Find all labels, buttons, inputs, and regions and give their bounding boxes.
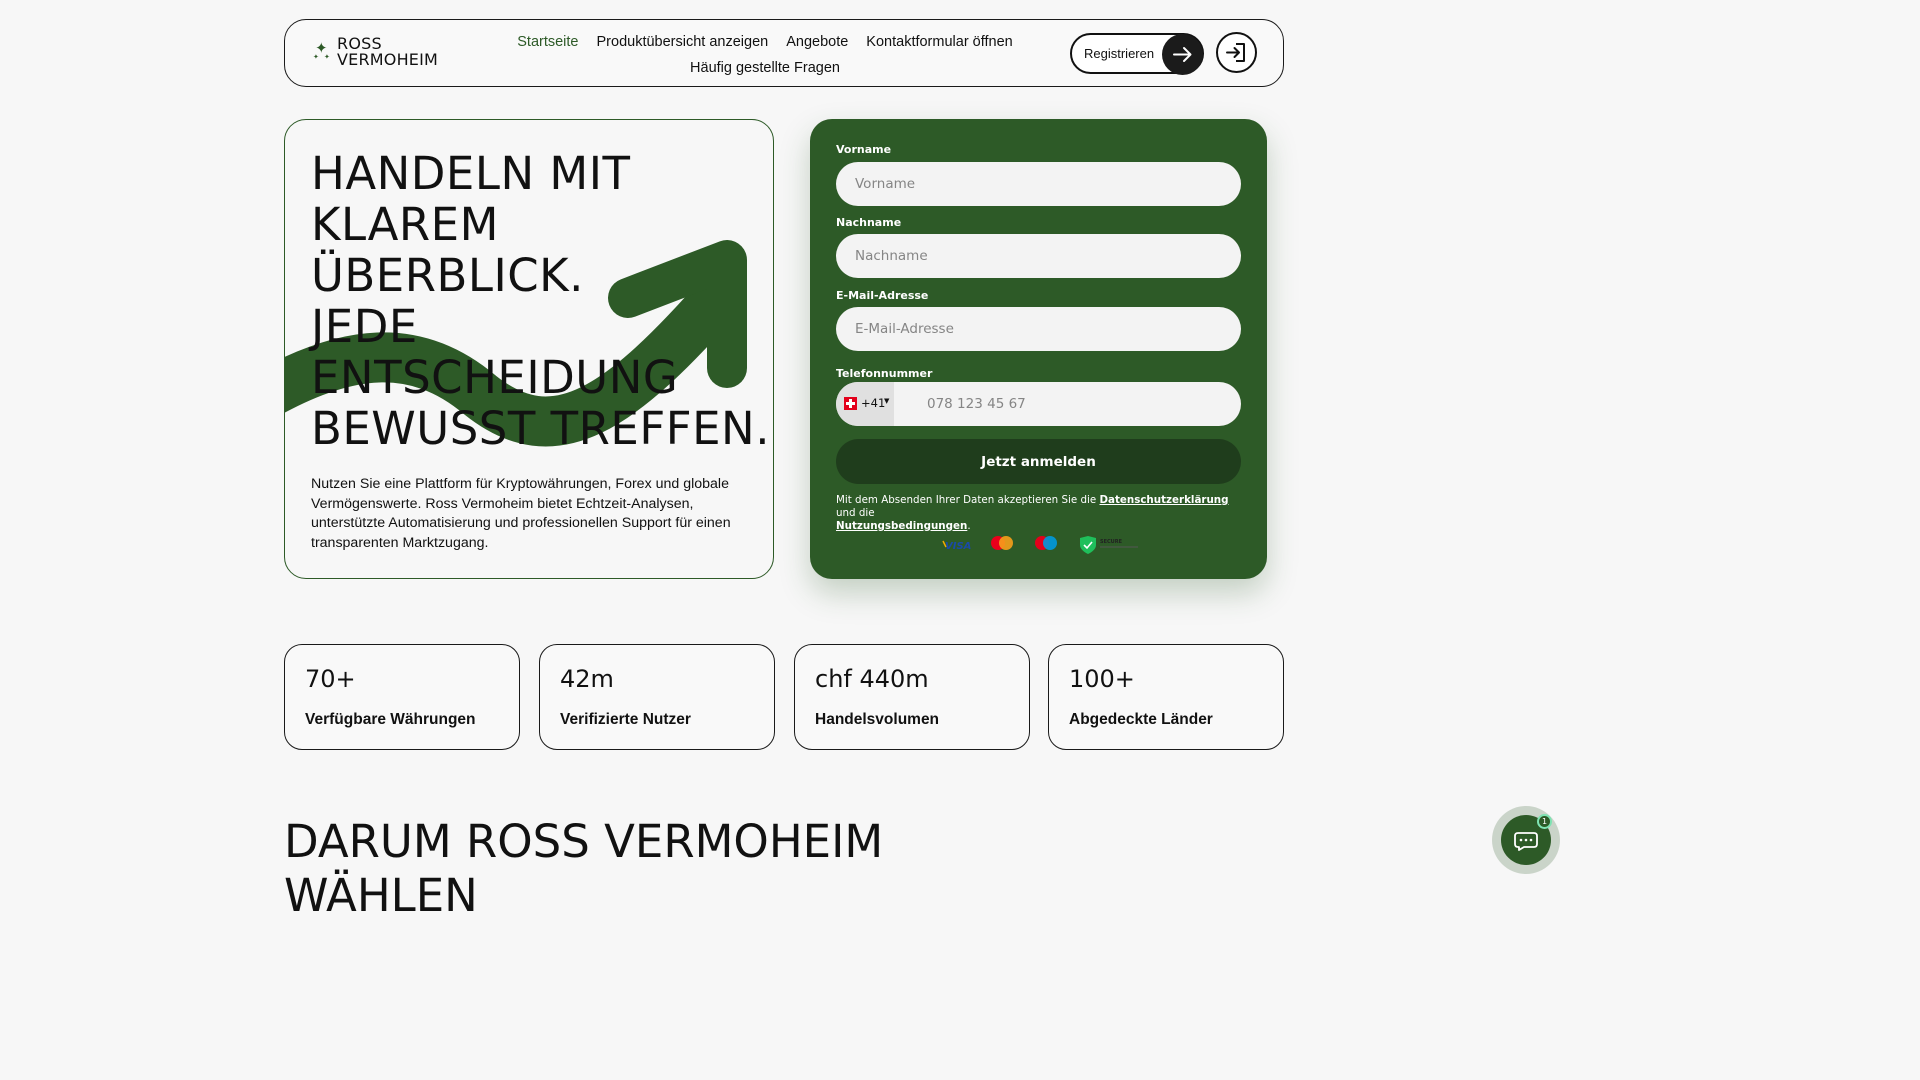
legal-suffix: . xyxy=(967,520,971,532)
stat-card: 70+ Verfügbare Währungen xyxy=(284,644,520,750)
legal-prefix: Mit dem Absenden Ihrer Daten akzeptieren… xyxy=(836,494,1100,506)
stat-card: chf 440m Handelsvolumen xyxy=(794,644,1030,750)
hero-card: HANDELN MIT KLAREM ÜBERBLICK. JEDE ENTSC… xyxy=(284,119,774,579)
chat-widget-button[interactable]: 1 xyxy=(1492,806,1560,874)
sparkle-logo-icon: ✦ ✦ ✦ xyxy=(313,39,330,61)
payment-methods: VISA SECURE xyxy=(942,536,1138,554)
hero-title-line-2: KLAREM ÜBERBLICK. xyxy=(311,198,584,302)
signup-form: Vorname Nachname E-Mail-Adresse Telefonn… xyxy=(810,119,1267,579)
stat-label: Verfügbare Währungen xyxy=(305,711,476,728)
visa-text: VISA xyxy=(945,541,971,552)
arrow-right-icon xyxy=(1162,34,1203,75)
chat-notification-badge: 1 xyxy=(1537,814,1552,829)
stat-value: 70+ xyxy=(305,665,356,693)
terms-link[interactable]: Nutzungsbedingungen xyxy=(836,520,967,532)
email-label: E-Mail-Adresse xyxy=(836,289,929,302)
register-button[interactable]: Registrieren xyxy=(1070,33,1204,75)
privacy-link[interactable]: Datenschutzerklärung xyxy=(1099,494,1228,506)
last-name-field[interactable] xyxy=(836,234,1241,278)
nav-produktuebersicht[interactable]: Produktübersicht anzeigen xyxy=(597,34,769,50)
logo[interactable]: ✦ ✦ ✦ ROSS VERMOHEIM xyxy=(313,36,438,68)
phone-label: Telefonnummer xyxy=(836,367,933,380)
visa-icon: VISA xyxy=(942,540,971,552)
hero-description: Nutzen Sie eine Plattform für Kryptowähr… xyxy=(311,476,731,551)
stat-card: 100+ Abgedeckte Länder xyxy=(1048,644,1284,750)
swiss-flag-icon xyxy=(844,397,857,410)
maestro-icon xyxy=(1035,536,1057,550)
mastercard-icon xyxy=(991,536,1013,550)
nav-startseite[interactable]: Startseite xyxy=(517,34,578,50)
country-code: +41 xyxy=(861,396,886,410)
nav-faq[interactable]: Häufig gestellte Fragen xyxy=(690,60,840,76)
nav-kontaktformular[interactable]: Kontaktformular öffnen xyxy=(866,34,1012,50)
hero-title: HANDELN MIT KLAREM ÜBERBLICK. JEDE ENTSC… xyxy=(311,147,773,455)
stat-value: 42m xyxy=(560,665,614,693)
logo-text: ROSS VERMOHEIM xyxy=(337,36,438,68)
legal-notice: Mit dem Absenden Ihrer Daten akzeptieren… xyxy=(836,494,1246,533)
submit-button[interactable]: Jetzt anmelden xyxy=(836,439,1241,484)
section-title: DARUM ROSS VERMOHEIM WÄHLEN xyxy=(284,815,884,922)
site-header: ✦ ✦ ✦ ROSS VERMOHEIM Startseite Produktüb… xyxy=(284,19,1284,87)
stat-label: Verifizierte Nutzer xyxy=(560,711,691,728)
main-nav: Startseite Produktübersicht anzeigen Angeb… xyxy=(495,29,1035,81)
nav-angebote[interactable]: Angebote xyxy=(786,34,848,50)
stat-label: Abgedeckte Länder xyxy=(1069,711,1213,728)
last-name-label: Nachname xyxy=(836,216,902,229)
phone-field[interactable] xyxy=(894,382,1239,426)
stat-label: Handelsvolumen xyxy=(815,711,940,728)
first-name-label: Vorname xyxy=(836,143,892,156)
register-label: Registrieren xyxy=(1084,46,1155,61)
hero-title-line-3: JEDE ENTSCHEIDUNG xyxy=(311,300,679,404)
caret-down-icon: ▼ xyxy=(884,397,890,405)
first-name-field[interactable] xyxy=(836,162,1241,206)
secure-text: SECURE xyxy=(1100,539,1123,545)
phone-field-group: +41 ▼ xyxy=(836,382,1241,426)
legal-middle: und die xyxy=(836,507,875,519)
logo-line-2: VERMOHEIM xyxy=(337,50,439,69)
stat-value: chf 440m xyxy=(815,665,929,693)
login-icon xyxy=(1226,43,1245,62)
secure-shield-icon: SECURE xyxy=(1080,536,1138,554)
stat-value: 100+ xyxy=(1069,665,1135,693)
country-code-select[interactable]: +41 ▼ xyxy=(836,382,894,426)
hero-title-line-1: HANDELN MIT xyxy=(311,147,631,200)
stat-card: 42m Verifizierte Nutzer xyxy=(539,644,775,750)
hero-title-line-4: BEWUSST TREFFEN. xyxy=(311,402,771,455)
email-field[interactable] xyxy=(836,307,1241,351)
login-button[interactable] xyxy=(1216,32,1257,73)
